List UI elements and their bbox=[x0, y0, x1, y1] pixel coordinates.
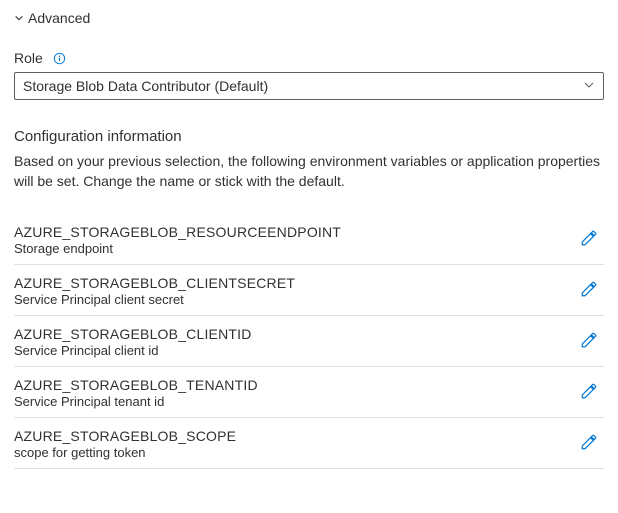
edit-button[interactable] bbox=[576, 327, 602, 356]
config-var-name: AZURE_STORAGEBLOB_RESOURCEENDPOINT bbox=[14, 224, 341, 240]
pencil-icon bbox=[580, 229, 598, 250]
config-row: AZURE_STORAGEBLOB_CLIENTID Service Princ… bbox=[14, 316, 604, 367]
config-row-text: AZURE_STORAGEBLOB_RESOURCEENDPOINT Stora… bbox=[14, 224, 341, 256]
edit-button[interactable] bbox=[576, 378, 602, 407]
config-row: AZURE_STORAGEBLOB_RESOURCEENDPOINT Stora… bbox=[14, 214, 604, 265]
pencil-icon bbox=[580, 280, 598, 301]
config-title: Configuration information bbox=[14, 128, 604, 145]
config-row: AZURE_STORAGEBLOB_TENANTID Service Princ… bbox=[14, 367, 604, 418]
config-var-name: AZURE_STORAGEBLOB_CLIENTID bbox=[14, 326, 252, 342]
edit-button[interactable] bbox=[576, 429, 602, 458]
chevron-down-icon bbox=[14, 10, 24, 26]
role-selected-value: Storage Blob Data Contributor (Default) bbox=[23, 78, 268, 94]
info-icon[interactable] bbox=[53, 51, 67, 65]
config-var-desc: Service Principal tenant id bbox=[14, 394, 258, 409]
pencil-icon bbox=[580, 433, 598, 454]
config-var-desc: Service Principal client id bbox=[14, 343, 252, 358]
config-row-text: AZURE_STORAGEBLOB_CLIENTID Service Princ… bbox=[14, 326, 252, 358]
config-var-desc: Service Principal client secret bbox=[14, 292, 295, 307]
config-list: AZURE_STORAGEBLOB_RESOURCEENDPOINT Stora… bbox=[14, 214, 604, 469]
config-var-desc: scope for getting token bbox=[14, 445, 236, 460]
edit-button[interactable] bbox=[576, 276, 602, 305]
role-label: Role bbox=[14, 50, 43, 66]
pencil-icon bbox=[580, 382, 598, 403]
config-row-text: AZURE_STORAGEBLOB_CLIENTSECRET Service P… bbox=[14, 275, 295, 307]
config-row-text: AZURE_STORAGEBLOB_SCOPE scope for gettin… bbox=[14, 428, 236, 460]
pencil-icon bbox=[580, 331, 598, 352]
role-select[interactable]: Storage Blob Data Contributor (Default) bbox=[14, 72, 604, 100]
advanced-toggle[interactable]: Advanced bbox=[14, 10, 604, 26]
config-row: AZURE_STORAGEBLOB_SCOPE scope for gettin… bbox=[14, 418, 604, 469]
config-var-name: AZURE_STORAGEBLOB_CLIENTSECRET bbox=[14, 275, 295, 291]
config-row: AZURE_STORAGEBLOB_CLIENTSECRET Service P… bbox=[14, 265, 604, 316]
edit-button[interactable] bbox=[576, 225, 602, 254]
config-var-desc: Storage endpoint bbox=[14, 241, 341, 256]
advanced-label: Advanced bbox=[28, 10, 90, 26]
config-var-name: AZURE_STORAGEBLOB_TENANTID bbox=[14, 377, 258, 393]
role-label-row: Role bbox=[14, 50, 604, 66]
config-description: Based on your previous selection, the fo… bbox=[14, 151, 604, 192]
config-var-name: AZURE_STORAGEBLOB_SCOPE bbox=[14, 428, 236, 444]
chevron-down-icon bbox=[583, 78, 595, 94]
config-row-text: AZURE_STORAGEBLOB_TENANTID Service Princ… bbox=[14, 377, 258, 409]
